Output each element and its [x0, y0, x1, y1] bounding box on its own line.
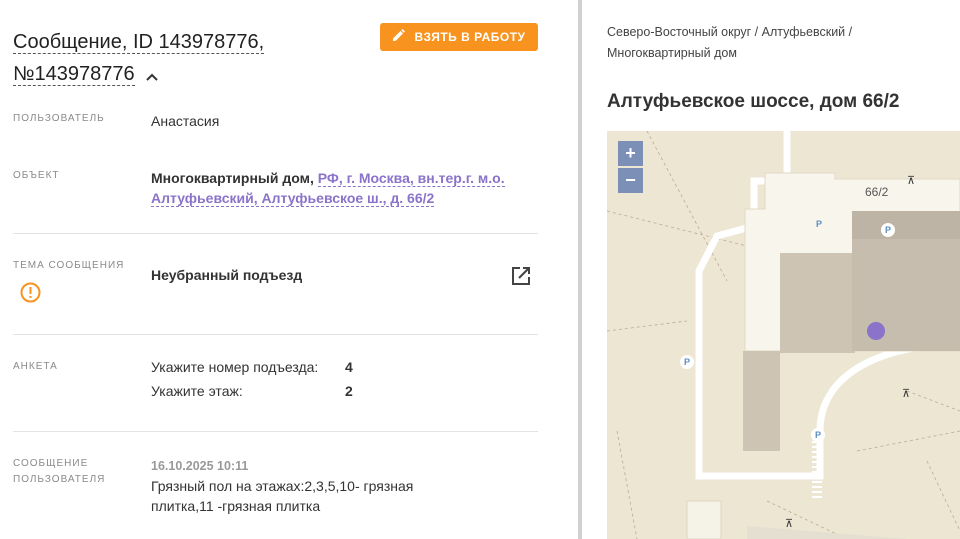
message-panel: Сообщение, ID 143978776, №143978776 ВЗЯТ… [0, 0, 578, 539]
breadcrumb: Северо-Восточный округ / Алтуфьевский / … [607, 22, 927, 64]
parking-icon: P [811, 428, 825, 442]
location-panel: Северо-Восточный округ / Алтуфьевский / … [582, 0, 960, 539]
user-label: ПОЛЬЗОВАТЕЛЬ [13, 113, 105, 124]
take-to-work-label: ВЗЯТЬ В РАБОТУ [414, 30, 526, 44]
chevron-up-icon[interactable] [146, 59, 158, 91]
divider [13, 431, 538, 432]
divider [13, 334, 538, 335]
page-title: Сообщение, ID 143978776, №143978776 [13, 26, 343, 91]
parking-icon: P [680, 355, 694, 369]
parking-icon: P [816, 219, 823, 229]
survey-answer: 4 [345, 359, 353, 375]
title-number: №143978776 [13, 63, 135, 86]
parking-icon: P [881, 223, 895, 237]
bench-icon: ⊼ [907, 175, 916, 187]
pencil-icon [392, 29, 406, 45]
object-type: Многоквартирный дом, [151, 170, 314, 186]
address-title: Алтуфьевское шоссе, дом 66/2 [607, 91, 900, 112]
survey-question: Укажите этаж: [151, 383, 243, 399]
title-text: Сообщение, ID 143978776, [13, 31, 265, 54]
object-label: ОБЪЕКТ [13, 170, 60, 181]
survey-label: АНКЕТА [13, 361, 58, 372]
map-canvas [607, 131, 960, 539]
take-to-work-button[interactable]: ВЗЯТЬ В РАБОТУ [380, 23, 538, 51]
message-label: СООБЩЕНИЕ ПОЛЬЗОВАТЕЛЯ [13, 458, 106, 485]
zoom-out-button[interactable]: − [618, 168, 643, 193]
bench-icon: ⊼ [902, 388, 911, 400]
breadcrumb-line[interactable]: Северо-Восточный округ / Алтуфьевский / [607, 25, 852, 39]
house-number-label: 66/2 [865, 185, 889, 199]
user-value: Анастасия [151, 113, 220, 129]
divider [13, 233, 538, 234]
zoom-in-button[interactable]: + [618, 141, 643, 166]
message-date: 16.10.2025 10:11 [151, 459, 249, 473]
object-value: Многоквартирный дом, РФ, г. Москва, вн.т… [151, 168, 511, 208]
breadcrumb-line[interactable]: Многоквартирный дом [607, 46, 737, 60]
topic-label: ТЕМА СООБЩЕНИЯ [13, 260, 125, 271]
message-text: Грязный пол на этажах:2,3,5,10- грязная … [151, 478, 414, 514]
survey-answer: 2 [345, 383, 353, 399]
object-marker [867, 322, 885, 340]
bench-icon: ⊼ [785, 518, 794, 530]
topic-value: Неубранный подъезд [151, 267, 303, 283]
survey-question: Укажите номер подъезда: [151, 359, 319, 375]
external-link-icon[interactable] [511, 266, 531, 291]
warning-circle-icon [20, 282, 41, 308]
map[interactable]: + − 66/2 P P P P ⊼ ⊼ ⊼ [607, 131, 960, 539]
